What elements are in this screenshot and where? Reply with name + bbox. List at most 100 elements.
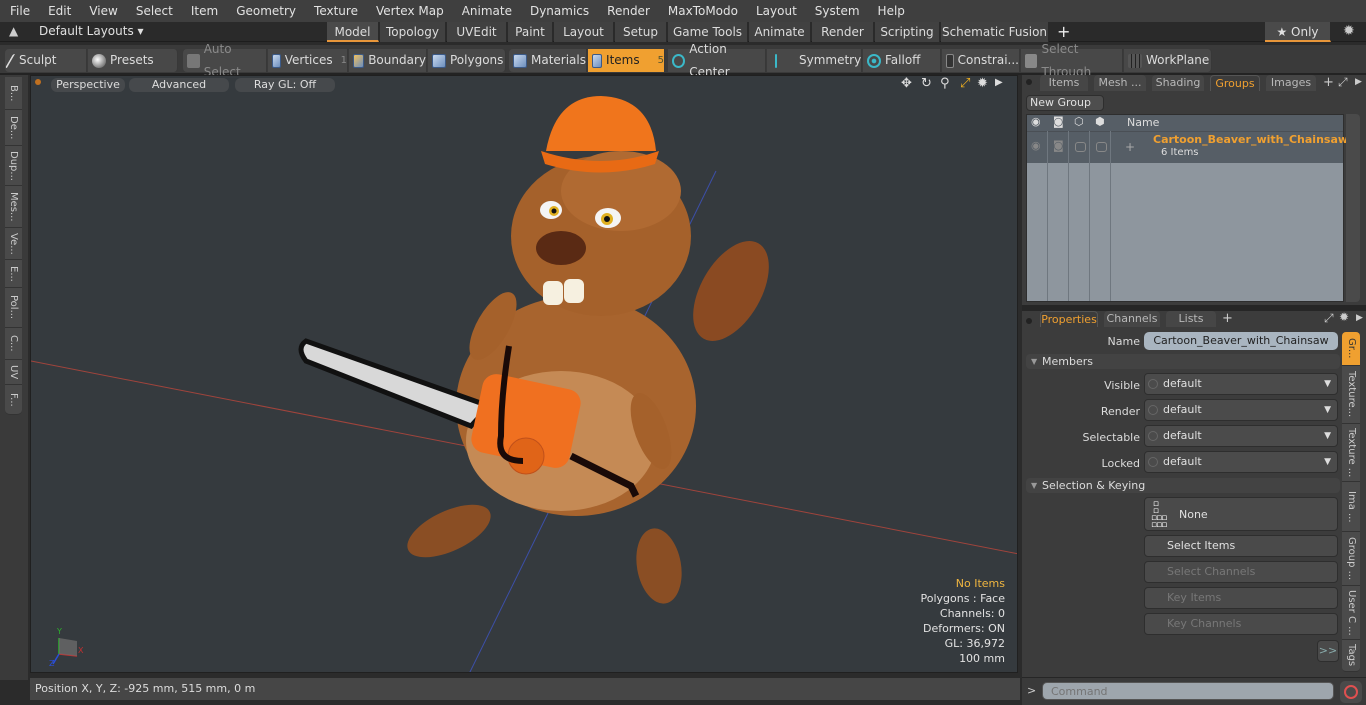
select-items-button[interactable]: Select Items [1144,535,1338,557]
tab-uvedit[interactable]: UVEdit [447,22,507,42]
key-items-button[interactable]: Key Items [1144,587,1338,609]
symmetry-button[interactable]: Symmetry [767,49,862,72]
menu-vertex-map[interactable]: Vertex Map [366,0,452,22]
group-name[interactable]: Cartoon_Beaver_with_Chainsaw... [1153,133,1360,146]
constraints-button[interactable]: Constrai... [942,49,1020,72]
side-tab-tags[interactable]: Tags [1342,640,1360,672]
left-tab-fusion[interactable]: F... [5,385,22,415]
collapse-up-icon[interactable]: ▲ [9,24,18,38]
tab-channels[interactable]: Channels [1104,311,1160,327]
selectable-dropdown[interactable]: default ▼ [1144,425,1338,447]
selection-keying-section[interactable]: ▼ Selection & Keying [1026,478,1340,493]
left-tab-vertex[interactable]: Ve... [5,228,22,260]
tab-groups[interactable]: Groups [1210,75,1260,91]
side-tab-texture-1[interactable]: Texture... [1342,366,1360,424]
tab-mesh[interactable]: Mesh ... [1094,75,1146,91]
side-tab-group-2[interactable]: Group ... [1342,532,1360,586]
action-center-button[interactable]: Action Center [668,42,766,79]
menu-dynamics[interactable]: Dynamics [520,0,597,22]
falloff-button[interactable]: Falloff [863,49,941,72]
tab-items[interactable]: Items [1040,75,1088,91]
properties-gear-icon[interactable]: ✹ [1339,310,1349,324]
workplane-button[interactable]: WorkPlane [1124,49,1212,72]
boundary-button[interactable]: Boundary [349,49,427,72]
presets-button[interactable]: Presets [88,49,178,72]
tab-setup[interactable]: Setup [615,22,667,42]
menu-view[interactable]: View [79,0,125,22]
side-tab-image[interactable]: Ima ... [1342,482,1360,532]
select-cube-icon[interactable]: ⬢ [1095,115,1105,128]
row-select-checkbox[interactable] [1096,142,1107,152]
tab-layout[interactable]: Layout [554,22,614,42]
vertices-button[interactable]: Vertices 1 [268,49,348,72]
side-tab-user-channels[interactable]: User C ... [1342,586,1360,640]
left-tab-edge[interactable]: E... [5,260,22,288]
row-render-icon[interactable]: ◙ [1053,139,1064,152]
new-group-button[interactable]: New Group [1026,95,1104,111]
layouts-dropdown[interactable]: Default Layouts ▾ [39,24,144,38]
menu-item[interactable]: Item [181,0,226,22]
tab-render[interactable]: Render [812,22,874,42]
properties-menu-arrow-icon[interactable]: ▶ [1356,313,1363,323]
left-tab-mesh-edit[interactable]: Mes... [5,186,22,228]
left-tab-deform[interactable]: De... [5,110,22,146]
tab-shading[interactable]: Shading [1152,75,1204,91]
left-tab-polygon[interactable]: Pol... [5,288,22,328]
render-camera-icon[interactable]: ◙ [1053,115,1064,128]
items-button[interactable]: Items 5 [588,49,665,72]
key-channels-button[interactable]: Key Channels [1144,613,1338,635]
left-tab-uv[interactable]: UV [5,360,22,385]
tab-properties[interactable]: Properties [1040,311,1098,327]
more-button[interactable]: >> [1317,640,1339,662]
tab-topology[interactable]: Topology [380,22,446,42]
menu-render[interactable]: Render [597,0,658,22]
gear-icon[interactable]: ✹ [1343,23,1355,39]
expand-icon[interactable]: ⤢ [1338,75,1348,90]
name-field[interactable]: Cartoon_Beaver_with_Chainsaw (8) [1144,332,1338,365]
3d-viewport[interactable]: Perspective Advanced Ray GL: Off ✥ ↻ ⚲ ⤢… [30,75,1018,673]
menu-animate[interactable]: Animate [452,0,520,22]
menu-geometry[interactable]: Geometry [226,0,304,22]
menu-layout[interactable]: Layout [746,0,805,22]
left-tab-duplicate[interactable]: Dup... [5,146,22,186]
add-properties-tab-icon[interactable]: + [1222,311,1233,326]
row-visibility-icon[interactable]: ◉ [1031,139,1041,152]
side-tab-group[interactable]: Gr... [1342,332,1360,366]
left-tab-basic[interactable]: B... [5,77,22,110]
add-tab-icon[interactable]: + [1323,75,1334,90]
record-button[interactable] [1340,681,1362,703]
menu-file[interactable]: File [0,0,38,22]
expand-plus-icon[interactable]: + [1125,140,1135,154]
tab-lists[interactable]: Lists [1166,311,1216,327]
lock-cube-icon[interactable]: ⬡ [1074,115,1084,128]
tab-scripting[interactable]: Scripting [875,22,940,42]
menu-system[interactable]: System [805,0,868,22]
only-toggle[interactable]: ★ Only [1265,22,1331,42]
render-dropdown[interactable]: default ▼ [1144,399,1338,421]
command-input[interactable] [1042,682,1334,700]
panel-menu-arrow-icon[interactable]: ▶ [1355,77,1362,87]
visible-dropdown[interactable]: default ▼ [1144,373,1338,395]
properties-expand-icon[interactable]: ⤢ [1324,311,1334,326]
tab-schematic-fusion[interactable]: Schematic Fusion [941,22,1049,42]
auto-select-button[interactable]: Auto Select [183,42,267,79]
materials-button[interactable]: Materials [509,49,587,72]
tab-paint[interactable]: Paint [508,22,553,42]
menu-texture[interactable]: Texture [304,0,366,22]
groups-scrollbar[interactable] [1346,114,1360,302]
sculpt-button[interactable]: Sculpt [4,49,87,72]
side-tab-texture-2[interactable]: Texture ... [1342,424,1360,482]
menu-help[interactable]: Help [868,0,913,22]
menu-maxtomodo[interactable]: MaxToModo [658,0,746,22]
locked-dropdown[interactable]: default ▼ [1144,451,1338,473]
polygons-button[interactable]: Polygons [428,49,506,72]
name-column-header[interactable]: Name [1127,116,1159,129]
tab-images[interactable]: Images [1266,75,1316,91]
visibility-eye-icon[interactable]: ◉ [1031,115,1041,128]
none-button[interactable]: ▫ ▫ ▫▫▫ ▫▫▫ None [1144,497,1338,531]
group-row[interactable]: ◉ ◙ + Cartoon_Beaver_with_Chainsaw... 6 … [1027,131,1360,163]
menu-edit[interactable]: Edit [38,0,79,22]
left-tab-curve[interactable]: C... [5,328,22,360]
row-lock-checkbox[interactable] [1075,142,1086,152]
select-channels-button[interactable]: Select Channels [1144,561,1338,583]
